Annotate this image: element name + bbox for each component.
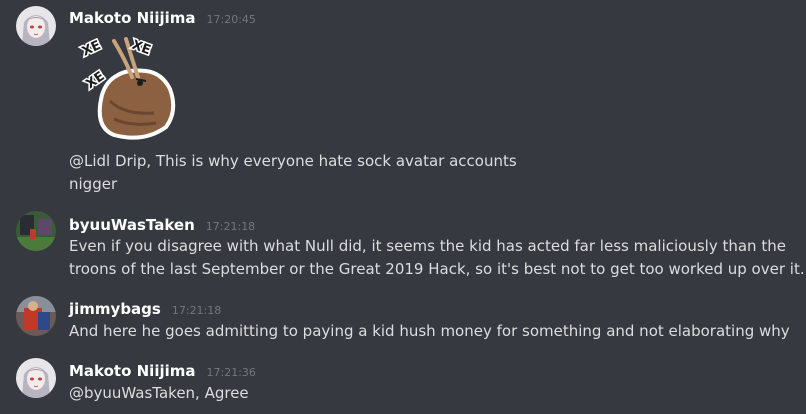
sticker-text: XE (80, 38, 103, 60)
username[interactable]: Makoto Niijima (69, 9, 196, 27)
message-header: Makoto Niijima 17:21:36 (69, 362, 256, 380)
message-text: Even if you disagree with what Null did,… (69, 237, 786, 255)
message-header: Makoto Niijima 17:20:45 (69, 9, 256, 27)
username[interactable]: byuuWasTaken (69, 216, 195, 234)
timestamp[interactable]: 17:20:45 (207, 13, 256, 26)
avatar[interactable] (16, 296, 56, 336)
timestamp[interactable]: 17:21:18 (172, 304, 221, 317)
message-header: jimmybags 17:21:18 (69, 300, 221, 318)
message-text: @Lidl Drip, This is why everyone hate so… (69, 152, 517, 170)
avatar[interactable] (16, 211, 56, 251)
message-text: nigger (69, 175, 118, 193)
avatar[interactable] (16, 358, 56, 398)
message-text: And here he goes admitting to paying a k… (69, 322, 790, 340)
sticker-text: XE (130, 38, 153, 59)
timestamp[interactable]: 17:21:36 (207, 366, 256, 379)
timestamp[interactable]: 17:21:18 (206, 220, 255, 233)
avatar[interactable] (16, 6, 56, 46)
username[interactable]: jimmybags (69, 300, 161, 318)
kiwi-sticker-image[interactable]: XE XE XE (74, 31, 184, 143)
message-text: troons of the last September or the Grea… (69, 260, 805, 278)
message-header: byuuWasTaken 17:21:18 (69, 216, 255, 234)
username[interactable]: Makoto Niijima (69, 362, 196, 380)
message-text: @byuuWasTaken, Agree (69, 384, 249, 402)
